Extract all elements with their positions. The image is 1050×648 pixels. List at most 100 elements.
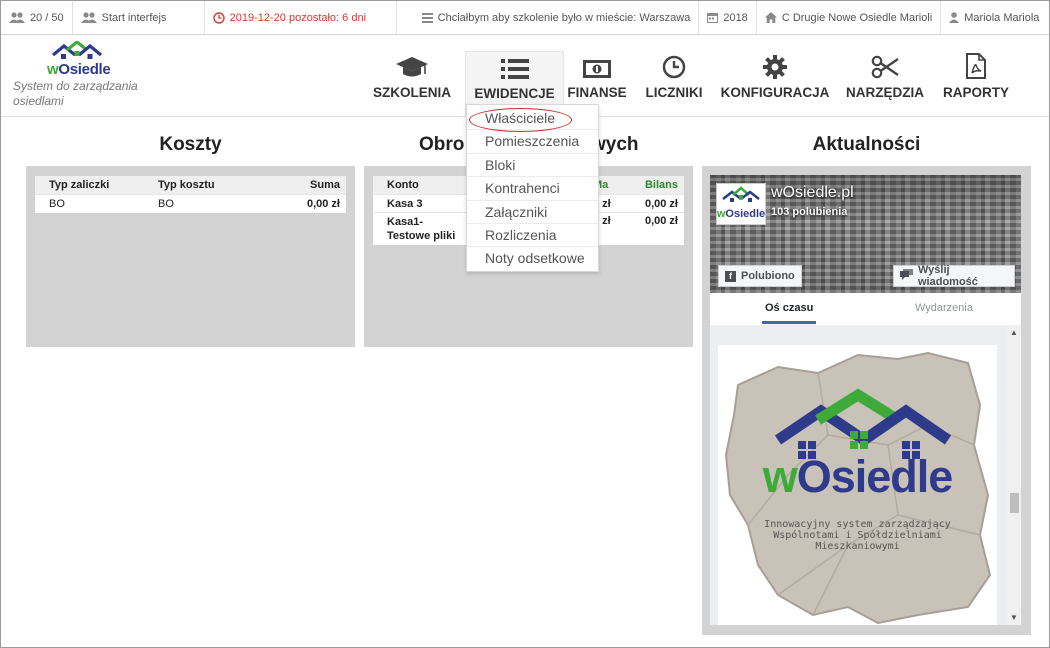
scroll-down-icon[interactable]: ▼	[1010, 613, 1018, 622]
dropdown-item-noty-odsetkowe[interactable]: Noty odsetkowe	[467, 247, 598, 270]
nav-label: NARZĘDZIA	[846, 85, 924, 100]
column-header: Suma	[310, 179, 340, 191]
training-request[interactable]: Chciałbym aby szkolenie było w mieście: …	[397, 1, 700, 34]
ewidencje-dropdown: Właściciele Pomieszczenia Bloki Kontrahe…	[466, 104, 599, 272]
fb-page-avatar[interactable]: wOsiedle	[716, 183, 766, 225]
houses-logo-icon	[51, 41, 103, 59]
fb-likes-count: 103 polubienia	[771, 206, 848, 218]
obroty-title-right: wych	[591, 134, 639, 155]
table-cell: 0,00 zł	[644, 215, 678, 227]
post-logo-text: wOsiedle	[718, 451, 997, 503]
fb-liked-button[interactable]: f Polubiono	[718, 265, 802, 287]
table-row[interactable]: BO BO 0,00 zł	[35, 195, 346, 213]
user-name: Mariola Mariola	[964, 11, 1040, 24]
users-count[interactable]: 20 / 50	[1, 1, 73, 34]
money-icon	[583, 60, 611, 78]
dropdown-item-pomieszczenia[interactable]: Pomieszczenia	[467, 130, 598, 154]
gear-icon	[763, 55, 787, 79]
users-icon	[80, 11, 97, 24]
message-icon	[900, 269, 913, 283]
dropdown-item-label: Bloki	[485, 156, 516, 173]
scroll-up-icon[interactable]: ▲	[1010, 328, 1018, 337]
dropdown-item-label: Noty odsetkowe	[485, 250, 585, 267]
nav-szkolenia[interactable]: SZKOLENIA	[369, 51, 455, 107]
deadline-text: 2019-12-20 pozostało: 6 dni	[229, 11, 367, 24]
news-title: Aktualności	[812, 134, 921, 155]
scissors-icon	[871, 55, 899, 79]
dropdown-item-label: Pomieszczenia	[485, 133, 580, 150]
fb-send-message-label: Wyślij wiadomość	[918, 264, 978, 288]
table-cell: 0,00 zł	[644, 197, 678, 210]
scroll-thumb[interactable]	[1010, 493, 1019, 513]
column-header: Typ kosztu	[158, 179, 215, 191]
fb-tab-events[interactable]: Wydarzenia	[915, 302, 973, 314]
logo-w-letter: w	[47, 61, 59, 78]
users-count-text: 20 / 50	[30, 11, 64, 24]
graduation-cap-icon	[396, 57, 428, 77]
koszty-table: Typ zaliczki Typ kosztu Suma BO BO 0,00 …	[35, 176, 346, 213]
nav-label: SZKOLENIA	[372, 85, 451, 100]
koszty-panel: Typ zaliczki Typ kosztu Suma BO BO 0,00 …	[26, 166, 355, 347]
post-caption-line: Mieszkaniowymi	[815, 541, 900, 552]
dropdown-item-label: Kontrahenci	[485, 180, 560, 197]
wosiedle-logo-icon: wOsiedle	[716, 186, 765, 220]
fb-scrollbar[interactable]: ▲ ▼	[1007, 325, 1021, 625]
column-header: Bilans	[644, 179, 678, 191]
table-header: Typ zaliczki Typ kosztu Suma	[35, 176, 346, 195]
dropdown-item-wlasciciele[interactable]: Właściciele	[467, 107, 598, 132]
table-cell: 0,00 zł	[306, 198, 340, 210]
dropdown-item-bloki[interactable]: Bloki	[467, 154, 598, 178]
nav-raporty[interactable]: RAPORTY	[939, 51, 1013, 107]
logo-w-letter: w	[762, 451, 798, 502]
svg-text:wOsiedle: wOsiedle	[717, 208, 765, 220]
dropdown-item-kontrahenci[interactable]: Kontrahenci	[467, 177, 598, 201]
fb-liked-label: Polubiono	[741, 270, 795, 282]
nav-konfiguracja[interactable]: KONFIGURACJA	[719, 51, 831, 107]
year-text: 2018	[723, 11, 748, 24]
estate-selector[interactable]: C Drugie Nowe Osiedle Marioli	[757, 1, 942, 34]
year-selector[interactable]: 2018	[699, 1, 757, 34]
fb-feed: wOsiedle Innowacyjny system zarządzający…	[710, 325, 1021, 625]
dropdown-item-zalaczniki[interactable]: Załączniki	[467, 201, 598, 224]
koszty-title: Koszty	[159, 134, 222, 155]
user-menu[interactable]: Mariola Mariola	[941, 1, 1047, 34]
list-icon	[500, 59, 529, 79]
fb-page-name[interactable]: wOsiedle.pl	[771, 184, 854, 202]
calendar-icon	[707, 12, 719, 23]
facebook-icon: f	[725, 270, 736, 282]
nav-narzedzia[interactable]: NARZĘDZIA	[843, 51, 927, 107]
dropdown-item-rozliczenia[interactable]: Rozliczenia	[467, 224, 598, 248]
pdf-icon	[966, 53, 986, 79]
clock-icon	[212, 11, 225, 24]
top-bar: 20 / 50 Start interfejs 2019-12-20 pozos…	[1, 1, 1049, 35]
nav-label: KONFIGURACJA	[720, 85, 830, 100]
nav-finanse[interactable]: FINANSE	[565, 51, 629, 107]
nav-label: FINANSE	[567, 85, 627, 100]
deadline-info[interactable]: 2019-12-20 pozostało: 6 dni	[205, 1, 397, 34]
table-cell: BO	[49, 198, 65, 210]
fb-tab-timeline[interactable]: Oś czasu	[761, 302, 817, 324]
fb-send-message-button[interactable]: Wyślij wiadomość	[893, 264, 1015, 288]
tagline: System do zarządzania osiedlami	[13, 79, 138, 108]
users-icon	[9, 11, 25, 24]
training-request-text: Chciałbym aby szkolenie było w mieście: …	[437, 11, 691, 24]
estate-text: C Drugie Nowe Osiedle Marioli	[781, 11, 933, 24]
clock-icon	[662, 55, 686, 79]
start-interface-link[interactable]: Start interfejs	[73, 1, 205, 34]
table-cell: BO	[158, 198, 174, 210]
highlight-circle	[469, 108, 572, 132]
home-icon	[764, 12, 777, 23]
nav-liczniki[interactable]: LICZNIKI	[641, 51, 707, 107]
dropdown-item-label: Załączniki	[485, 203, 548, 220]
post-caption-line: Innowacyjny system zarządzający	[764, 519, 951, 530]
logo-rest-letters: Osiedle	[58, 61, 111, 78]
start-interface-text: Start interfejs	[101, 11, 167, 24]
menu-icon	[421, 12, 433, 23]
post-caption: Innowacyjny system zarządzający Wspólnot…	[718, 519, 997, 552]
logo-text: wOsiedle	[47, 61, 111, 78]
column-header: Typ zaliczki	[49, 179, 110, 191]
facebook-widget: wOsiedle wOsiedle.pl 103 polubienia f Po…	[710, 175, 1021, 625]
fb-post[interactable]: wOsiedle Innowacyjny system zarządzający…	[718, 345, 997, 625]
post-caption-line: Wspólnotami i Spółdzielniami	[773, 530, 942, 541]
nav-label: EWIDENCJE	[474, 86, 555, 101]
